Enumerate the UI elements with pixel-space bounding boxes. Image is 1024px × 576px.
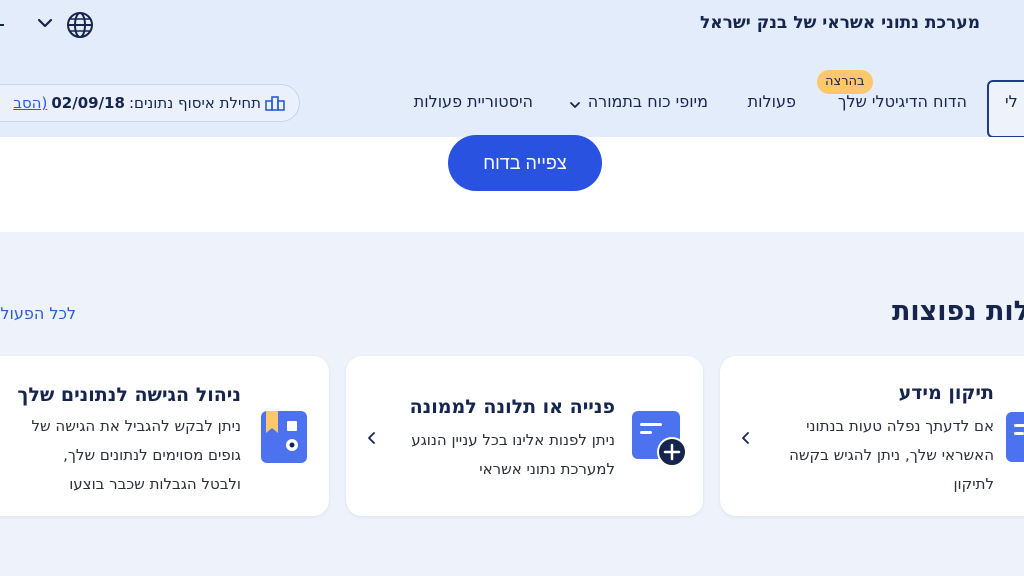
- data-collection-date: 02/09/18: [51, 94, 125, 112]
- action-card-complaint[interactable]: פנייה או תלונה לממונה ניתן לפנות אלינו ב…: [346, 356, 703, 516]
- card-description: ניתן לבקש להגביל את הגישה של גופים מסוימ…: [31, 417, 241, 493]
- action-card-correction[interactable]: תיקון מידע אם לדעתך נפלה טעות בנתוני האש…: [720, 356, 1024, 516]
- tab-actions[interactable]: פעולות: [748, 92, 796, 111]
- action-card-access[interactable]: ניהול הגישה לנתונים שלך ניתן לבקש להגביל…: [0, 356, 329, 516]
- document-icon: [1006, 412, 1024, 462]
- add-document-icon: [632, 411, 687, 467]
- card-title: פנייה או תלונה לממונה: [409, 396, 615, 418]
- chevron-down-icon[interactable]: [569, 99, 581, 111]
- site-title: מערכת נתוני אשראי של בנק ישראל: [700, 13, 980, 33]
- bookmark-box-icon: [261, 411, 307, 463]
- tab-proxies[interactable]: מיופי כוח בתמורה: [588, 92, 708, 111]
- chevron-left-icon[interactable]: [740, 431, 752, 445]
- building-icon: [265, 96, 285, 111]
- view-report-button[interactable]: צפייה בדוח: [448, 135, 602, 191]
- card-description: אם לדעתך נפלה טעות בנתוני האשראי שלך, ני…: [789, 417, 994, 493]
- chevron-down-icon[interactable]: [36, 14, 54, 32]
- top-header: מערכת נתוני אשראי של בנק ישראל לי הדוח ה…: [0, 0, 1024, 138]
- data-collection-label: תחילת איסוף נתונים:: [128, 94, 261, 112]
- card-title: ניהול הגישה לנתונים שלך: [17, 384, 241, 406]
- chevron-left-icon[interactable]: [366, 431, 378, 445]
- tab-history[interactable]: היסטוריית פעולות: [414, 92, 533, 111]
- beta-badge: בהרצה: [817, 70, 873, 94]
- all-actions-link[interactable]: לכל הפעולו: [0, 304, 76, 323]
- tab-digital-report[interactable]: הדוח הדיגיטלי שלך: [838, 92, 967, 111]
- globe-icon[interactable]: [66, 11, 94, 39]
- explanation-link[interactable]: (הסב: [13, 94, 47, 112]
- tab-active-label: לי: [1005, 92, 1018, 111]
- card-description: ניתן לפנות אלינו בכל עניין הנוגע למערכת …: [411, 431, 615, 478]
- menu-fragment[interactable]: [0, 24, 4, 26]
- section-title: לות נפוצות: [891, 296, 1024, 327]
- card-title: תיקון מידע: [898, 382, 994, 404]
- data-collection-pill: תחילת איסוף נתונים: 02/09/18 (הסב: [0, 84, 300, 122]
